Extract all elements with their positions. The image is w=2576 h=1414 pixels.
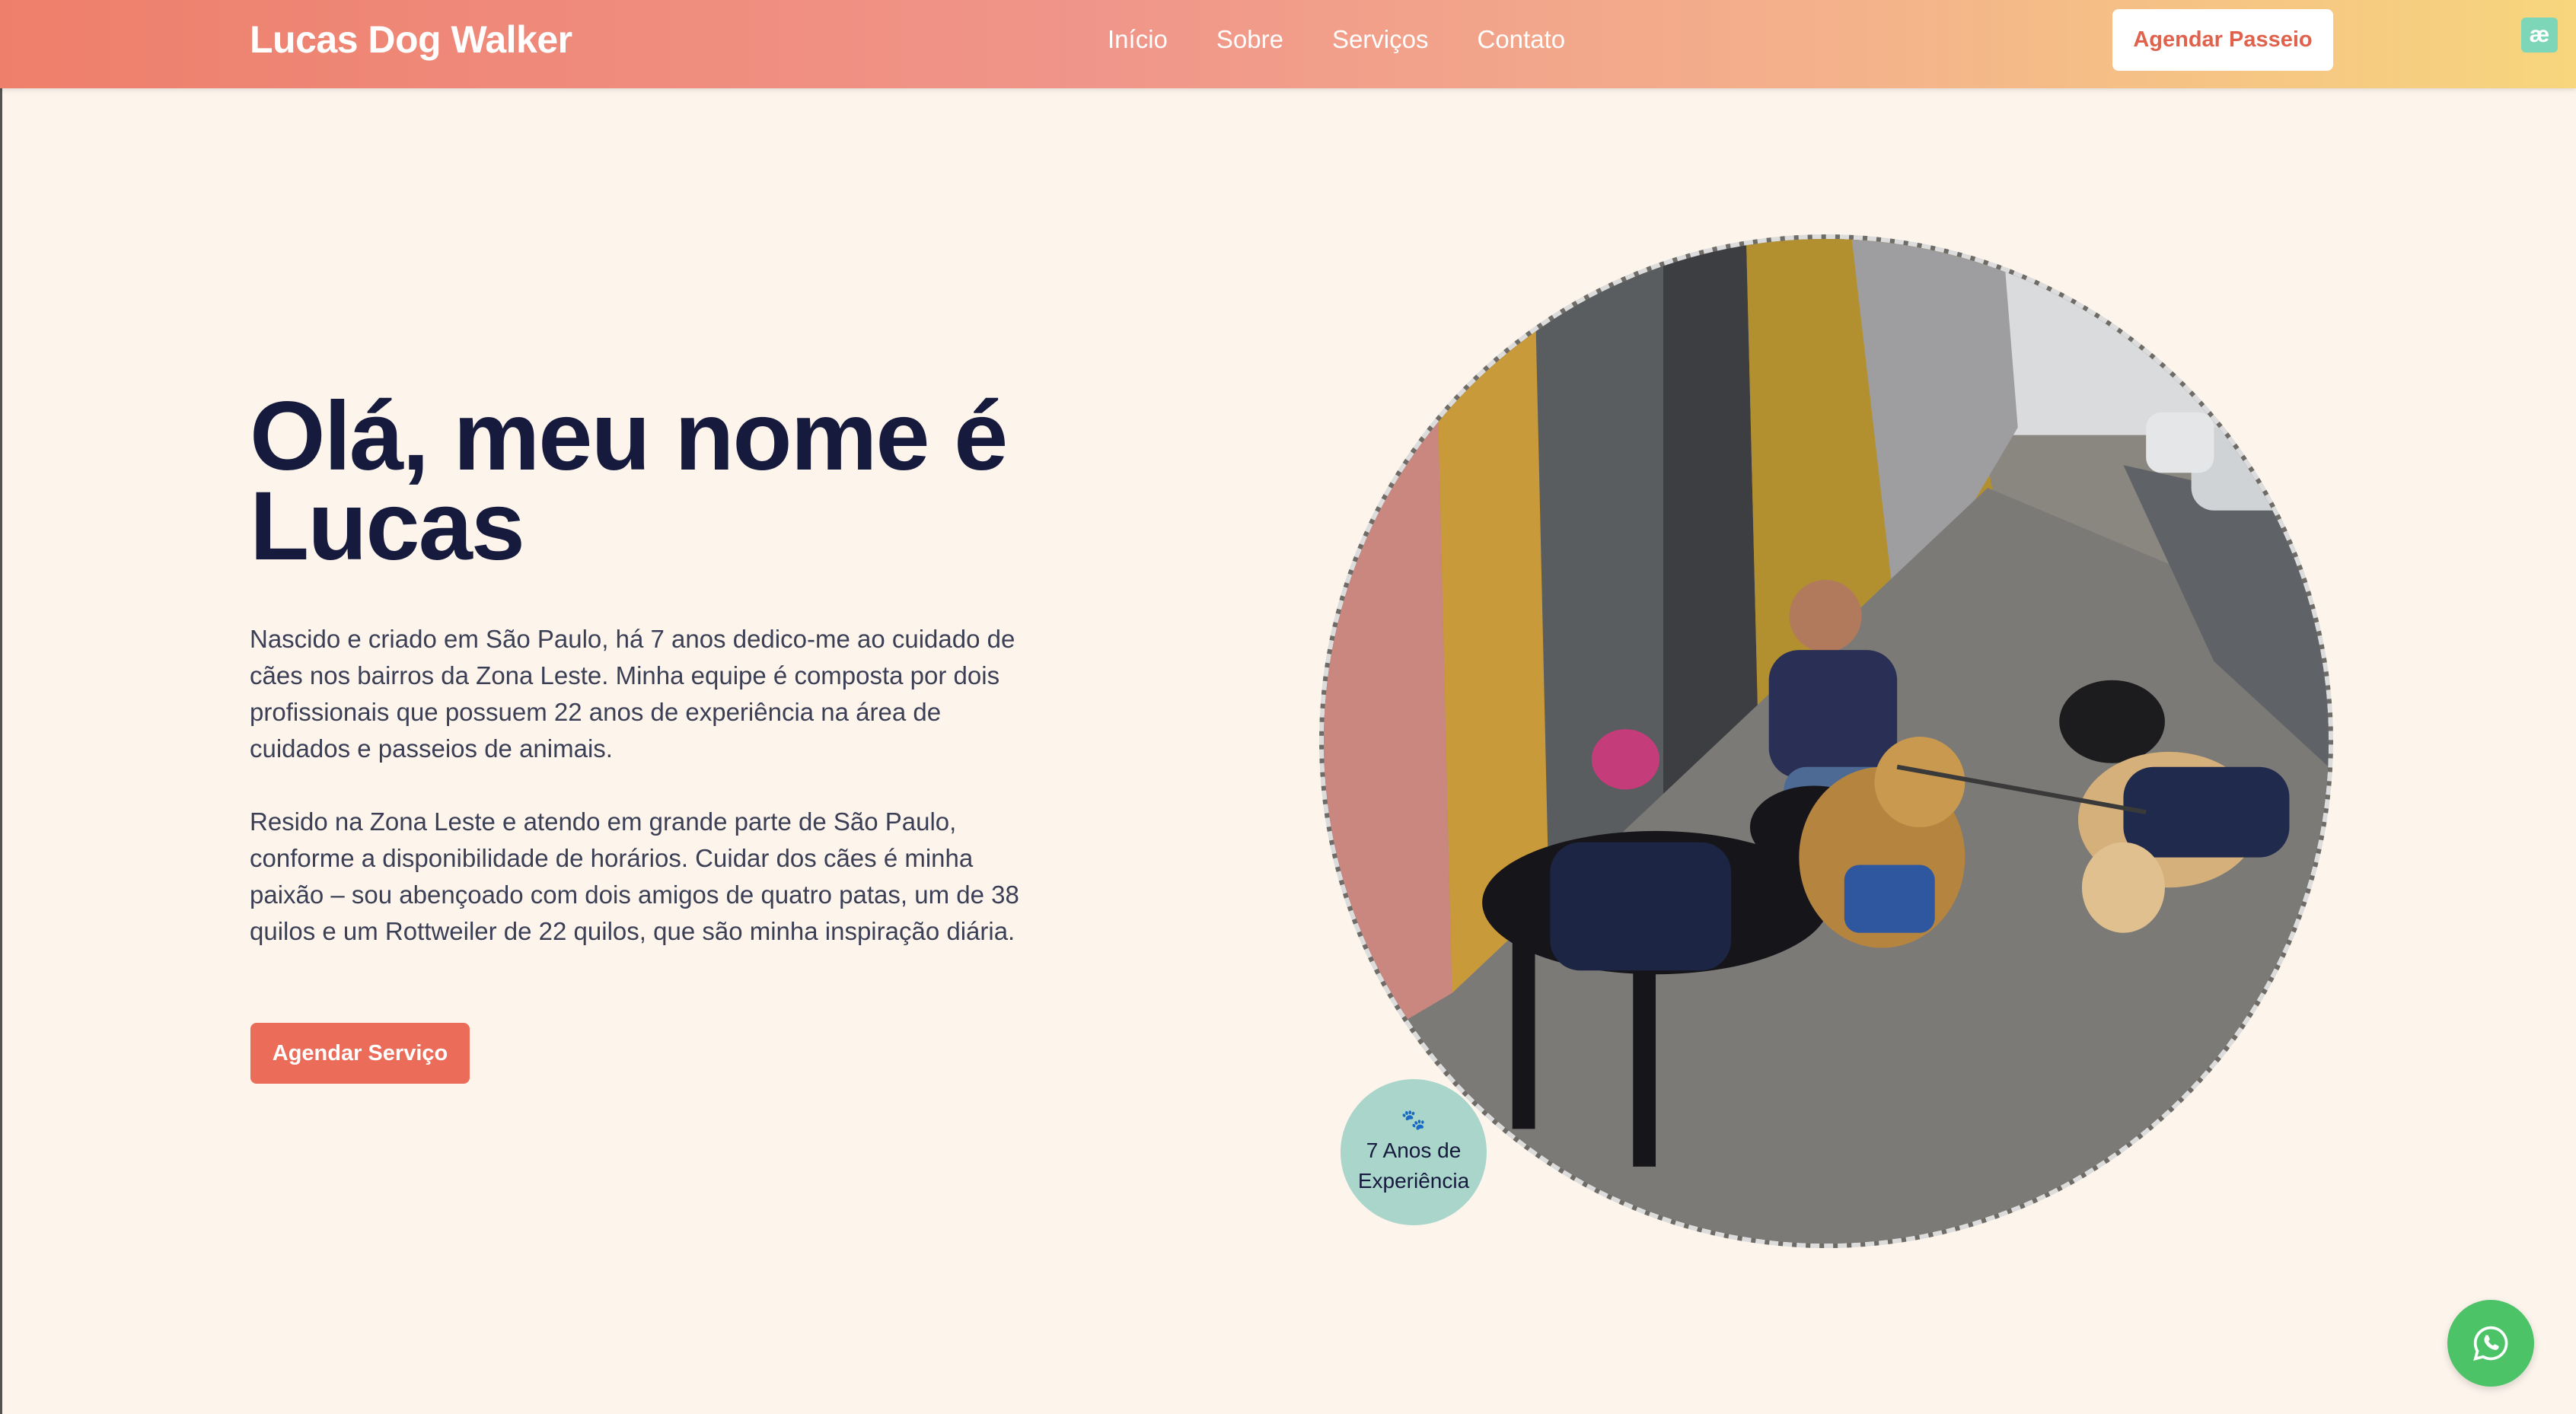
whatsapp-button[interactable] [2447, 1300, 2534, 1387]
top-navbar: Lucas Dog Walker Início Sobre Serviços C… [0, 0, 2576, 88]
schedule-service-button[interactable]: Agendar Serviço [250, 1023, 470, 1084]
paw-icon: 🐾 [1401, 1108, 1427, 1131]
nav-link-inicio[interactable]: Início [1108, 23, 1168, 56]
hero-paragraph-2: Resido na Zona Leste e atendo em grande … [250, 807, 1019, 945]
main-nav: Início Sobre Serviços Contato [1108, 23, 1565, 56]
hero-title: Olá, meu nome é Lucas [250, 382, 1008, 581]
experience-badge: 🐾 7 Anos de Experiência [1341, 1079, 1487, 1225]
nav-link-servicos[interactable]: Serviços [1332, 23, 1429, 56]
nav-link-contato[interactable]: Contato [1477, 23, 1565, 56]
photo-illustration [1324, 239, 2329, 1244]
brand-logo[interactable]: Lucas Dog Walker [250, 15, 572, 64]
whatsapp-icon [2473, 1326, 2508, 1361]
nav-link-sobre[interactable]: Sobre [1216, 23, 1283, 56]
window-edge [0, 0, 2, 1414]
browser-extension-icon[interactable]: æ [2521, 18, 2558, 53]
hero-paragraph-1: Nascido e criado em São Paulo, há 7 anos… [250, 625, 1015, 763]
experience-text: 7 Anos de Experiência [1357, 1139, 1470, 1193]
dog-walker-photo [1319, 234, 2333, 1248]
schedule-walk-button[interactable]: Agendar Passeio [2112, 9, 2333, 71]
